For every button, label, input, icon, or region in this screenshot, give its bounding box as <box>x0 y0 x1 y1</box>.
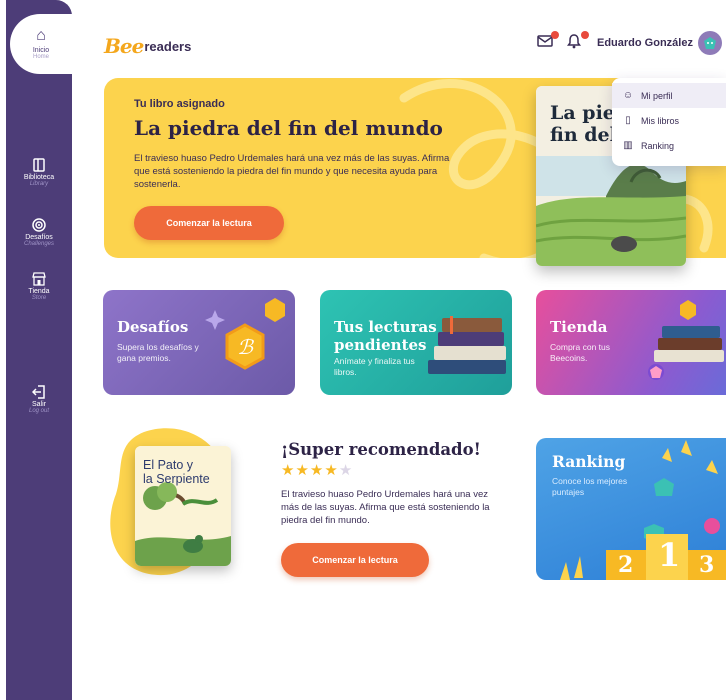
store-icon <box>32 272 46 286</box>
profile-icon: ☺ <box>622 90 634 101</box>
menu-item-label: Mi perfil <box>641 90 673 101</box>
svg-text:ℬ: ℬ <box>237 335 254 359</box>
sidebar-item-sublabel: Log out <box>28 408 50 414</box>
sidebar-item-label: Tienda <box>28 288 50 295</box>
beereaders-logo[interactable]: Bee readers <box>104 34 191 58</box>
book-description: El travieso huaso Pedro Urdemales hará u… <box>134 153 450 190</box>
messages-button[interactable] <box>537 31 559 50</box>
menu-item-label: Mis libros <box>641 115 680 126</box>
star-icon: ★ <box>295 462 310 479</box>
user-name[interactable]: Eduardo González <box>597 37 693 49</box>
sidebar-item-sublabel: Challenges <box>23 241 55 247</box>
sidebar <box>6 0 72 700</box>
books-stack-icon <box>428 316 506 374</box>
notification-dot <box>581 31 589 39</box>
menu-item-ranking[interactable]: ▥ Ranking <box>612 133 726 158</box>
recommended-title: ¡Super recomendado! <box>281 440 481 459</box>
ranking-icon: ▥ <box>623 140 633 151</box>
menu-item-my-books[interactable]: ▯ Mis libros <box>612 108 726 133</box>
sidebar-item-logout[interactable]: Salir Log out <box>6 385 72 414</box>
logo-mark: Bee <box>104 34 144 58</box>
beecoin-icon: ℬ <box>205 298 285 370</box>
card-description: Anímate y finaliza tus libros. <box>334 356 415 377</box>
user-menu: ☺ Mi perfil ▯ Mis libros ▥ Ranking <box>612 78 726 166</box>
start-reading-button[interactable]: Comenzar la lectura <box>134 206 284 240</box>
cover-title: El Pato y la Serpiente <box>143 458 210 486</box>
challenges-card[interactable]: Desafíos Supera los desafíos y gana prem… <box>103 290 295 395</box>
menu-item-label: Ranking <box>641 140 675 151</box>
sidebar-item-sublabel: Store <box>31 295 47 301</box>
assigned-label: Tu libro asignado <box>134 98 225 110</box>
sidebar-item-sublabel: Library <box>29 181 49 187</box>
sidebar-item-sublabel: Home <box>32 54 49 60</box>
avatar[interactable] <box>698 31 722 55</box>
sidebar-item-store[interactable]: Tienda Store <box>6 272 72 301</box>
recommended-description: El travieso huaso Pedro Urdemales hará u… <box>281 489 490 526</box>
bell-icon <box>567 34 581 49</box>
notification-dot <box>551 31 559 39</box>
pending-readings-card[interactable]: Tus lecturas pendientes Anímate y finali… <box>320 290 512 395</box>
podium-first: 1 <box>658 536 681 574</box>
star-icon: ★ <box>309 462 325 479</box>
card-description: Compra con tus Beecoins. <box>550 342 610 363</box>
logo-text: readers <box>144 38 192 54</box>
notifications-button[interactable] <box>567 31 589 50</box>
podium-third: 3 <box>699 552 715 578</box>
sidebar-item-challenges[interactable]: Desafíos Challenges <box>6 218 72 247</box>
card-title: Desafíos <box>117 318 189 336</box>
start-reading-button[interactable]: Comenzar la lectura <box>281 543 429 577</box>
sidebar-item-label: Inicio <box>32 47 50 54</box>
podium-second: 2 <box>618 552 634 578</box>
star-icon: ★ <box>324 462 339 479</box>
logout-icon <box>32 385 45 399</box>
card-description: Supera los desafíos y gana premios. <box>117 342 199 363</box>
star-icon: ★ <box>281 462 296 479</box>
star-rating: ★★★★★ <box>281 461 353 479</box>
book-open-icon: ▯ <box>625 115 631 126</box>
menu-item-profile[interactable]: ☺ Mi perfil <box>612 83 726 108</box>
card-title: Tienda <box>550 318 608 336</box>
recommended-book-cover[interactable]: El Pato y la Serpiente <box>135 446 231 566</box>
ranking-card[interactable]: Ranking Conoce los mejores puntajes 2 1 … <box>536 438 726 580</box>
book-title: La piedra del fin del mundo <box>134 116 443 140</box>
sidebar-item-home[interactable]: ⌂ Inicio Home <box>10 14 72 74</box>
library-icon <box>33 158 45 172</box>
sidebar-item-library[interactable]: Biblioteca Library <box>6 158 72 187</box>
home-icon: ⌂ <box>36 27 46 44</box>
star-icon: ★ <box>338 462 354 479</box>
avatar-icon <box>704 37 716 49</box>
sidebar-item-label: Desafíos <box>25 234 53 241</box>
store-items-icon <box>648 300 724 380</box>
store-card[interactable]: Tienda Compra con tus Beecoins. <box>536 290 726 395</box>
sidebar-item-label: Salir <box>31 401 46 408</box>
sidebar-item-label: Biblioteca <box>23 174 55 181</box>
target-icon <box>32 218 46 232</box>
